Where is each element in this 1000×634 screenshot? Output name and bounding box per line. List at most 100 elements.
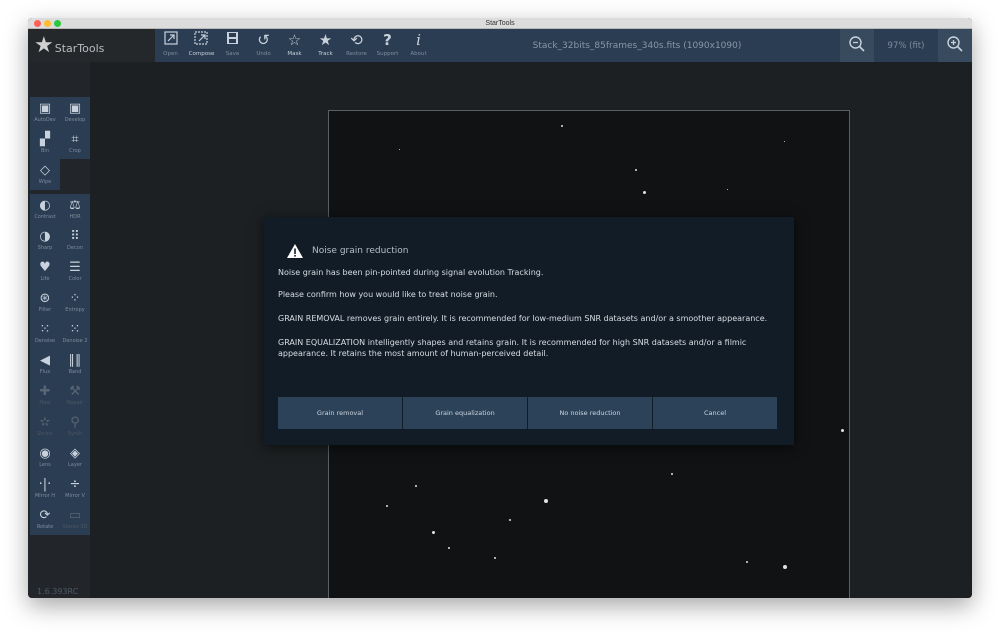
cancel-button[interactable]: Cancel: [653, 397, 777, 429]
noise-grain-dialog: Noise grain reduction Noise grain has be…: [264, 217, 794, 445]
right-scrollbar[interactable]: [962, 62, 972, 598]
dialog-text-grain-removal: GRAIN REMOVAL removes grain entirely. It…: [278, 314, 768, 323]
band-icon: ∥∥: [68, 353, 82, 368]
shrink-icon: ✫: [39, 415, 51, 430]
dialog-text-grain-equalization: GRAIN EQUALIZATION intelligently shapes …: [278, 338, 747, 358]
module-mirror-v[interactable]: ÷ Mirror V: [60, 473, 90, 504]
restore-button[interactable]: ⟲ Restore: [341, 29, 372, 62]
module-crop[interactable]: ⌗ Crop: [60, 128, 90, 159]
star: [415, 485, 417, 487]
autodev-icon: ▣: [38, 101, 52, 116]
bin-icon: ▞: [40, 132, 50, 147]
restore-icon: ⟲: [350, 31, 363, 49]
star: [784, 141, 785, 142]
no-noise-reduction-button[interactable]: No noise reduction: [528, 397, 652, 429]
module-shrink[interactable]: ✫ Shrink: [30, 411, 60, 442]
denoise2-icon: ⁙: [69, 322, 81, 337]
module-color[interactable]: ☰ Color: [60, 256, 90, 287]
about-button[interactable]: i About: [403, 29, 434, 62]
track-button[interactable]: ★ Track: [310, 29, 341, 62]
open-button[interactable]: Open: [155, 29, 186, 62]
star: [399, 149, 400, 150]
module-sharp[interactable]: ◑ Sharp: [30, 225, 60, 256]
hdr-icon: ⚖: [69, 198, 81, 213]
module-denoise[interactable]: ⁙ Denoise: [30, 318, 60, 349]
module-bin[interactable]: ▞ Bin: [30, 128, 60, 159]
module-band[interactable]: ∥∥ Band: [60, 349, 90, 380]
track-icon: ★: [318, 31, 333, 49]
grain-removal-button[interactable]: Grain removal: [278, 397, 402, 429]
info-icon: i: [416, 31, 421, 49]
toolbar-buttons: Open Compose Save ↺ Undo ☆ Mask ★ Track …: [155, 29, 434, 62]
save-button[interactable]: Save: [217, 29, 248, 62]
module-life[interactable]: ♥ Life: [30, 256, 60, 287]
zoom-in-button[interactable]: [938, 29, 972, 62]
dialog-title: Noise grain reduction: [312, 246, 409, 256]
module-denoise-2[interactable]: ⁙ Denoise 2: [60, 318, 90, 349]
star: [432, 531, 435, 534]
module-develop[interactable]: ▣ Develop: [60, 97, 90, 128]
flux-icon: ◀: [40, 353, 50, 368]
star: [841, 429, 844, 432]
module-filter[interactable]: ⊛ Filter: [30, 287, 60, 318]
mirror-h-icon: ·|·: [38, 477, 52, 492]
dialog-header: Noise grain reduction: [286, 241, 408, 261]
lens-icon: ◉: [39, 446, 51, 461]
heart-icon: ♥: [39, 260, 51, 275]
support-button[interactable]: ? Support: [372, 29, 403, 62]
warning-icon: [286, 243, 304, 259]
mask-button[interactable]: ☆ Mask: [279, 29, 310, 62]
module-repair[interactable]: ⚒ Repair: [60, 380, 90, 411]
mask-icon: ☆: [287, 31, 302, 49]
color-icon: ☰: [69, 260, 81, 275]
crop-icon: ⌗: [71, 132, 79, 147]
denoise-icon: ⁙: [39, 322, 51, 337]
rotate-icon: ⟳: [39, 508, 51, 523]
repair-icon: ⚒: [69, 384, 81, 399]
mirror-v-icon: ÷: [69, 477, 81, 492]
zoom-out-icon: [848, 35, 866, 57]
app-window: StarTools ★ StarTools Open Compose Save …: [28, 18, 972, 598]
window-title: StarTools: [485, 20, 515, 27]
undo-button[interactable]: ↺ Undo: [248, 29, 279, 62]
module-lens[interactable]: ◉ Lens: [30, 442, 60, 473]
app-logo: ★ StarTools: [28, 29, 116, 62]
entropy-icon: ⁘: [69, 291, 81, 306]
logo-text: StarTools: [54, 42, 105, 55]
star: [509, 519, 511, 521]
zoom-out-button[interactable]: [840, 29, 874, 62]
module-entropy[interactable]: ⁘ Entropy: [60, 287, 90, 318]
module-autodev[interactable]: ▣ AutoDev: [30, 97, 60, 128]
version-label: 1.6.393RC: [37, 587, 79, 596]
module-wipe[interactable]: ◇ Wipe: [30, 159, 60, 190]
startools-logo-icon: ★: [34, 32, 54, 58]
module-layer[interactable]: ◈ Layer: [60, 442, 90, 473]
layer-icon: ◈: [70, 446, 80, 461]
heal-icon: ✚: [39, 384, 51, 399]
module-synth[interactable]: ⚲ Synth: [60, 411, 90, 442]
undo-icon: ↺: [257, 31, 270, 49]
dialog-text-confirm: Please confirm how you would like to tre…: [278, 290, 498, 299]
sharp-icon: ◑: [39, 229, 51, 244]
module-stereo-3d[interactable]: ▭ Stereo 3D: [60, 504, 90, 535]
module-heal[interactable]: ✚ Heal: [30, 380, 60, 411]
star: [494, 557, 496, 559]
question-icon: ?: [383, 31, 392, 49]
star: [727, 189, 728, 190]
toolbar: ★ StarTools Open Compose Save ↺ Undo ☆ M…: [28, 29, 972, 62]
module-contrast[interactable]: ◐ Contrast: [30, 194, 60, 225]
dialog-buttons: Grain removal Grain equalization No nois…: [278, 397, 778, 429]
compose-icon: [193, 31, 210, 50]
module-decon[interactable]: ⠿ Decon: [60, 225, 90, 256]
save-icon: [226, 31, 239, 50]
grain-equalization-button[interactable]: Grain equalization: [403, 397, 527, 429]
wipe-icon: ◇: [40, 163, 50, 178]
develop-icon: ▣: [68, 101, 82, 116]
star: [635, 169, 637, 171]
module-mirror-h[interactable]: ·|· Mirror H: [30, 473, 60, 504]
module-rotate[interactable]: ⟳ Rotate: [30, 504, 60, 535]
compose-button[interactable]: Compose: [186, 29, 217, 62]
module-hdr[interactable]: ⚖ HDR: [60, 194, 90, 225]
module-flux[interactable]: ◀ Flux: [30, 349, 60, 380]
file-info: Stack_32bits_85frames_340s.fits (1090x10…: [434, 29, 840, 62]
